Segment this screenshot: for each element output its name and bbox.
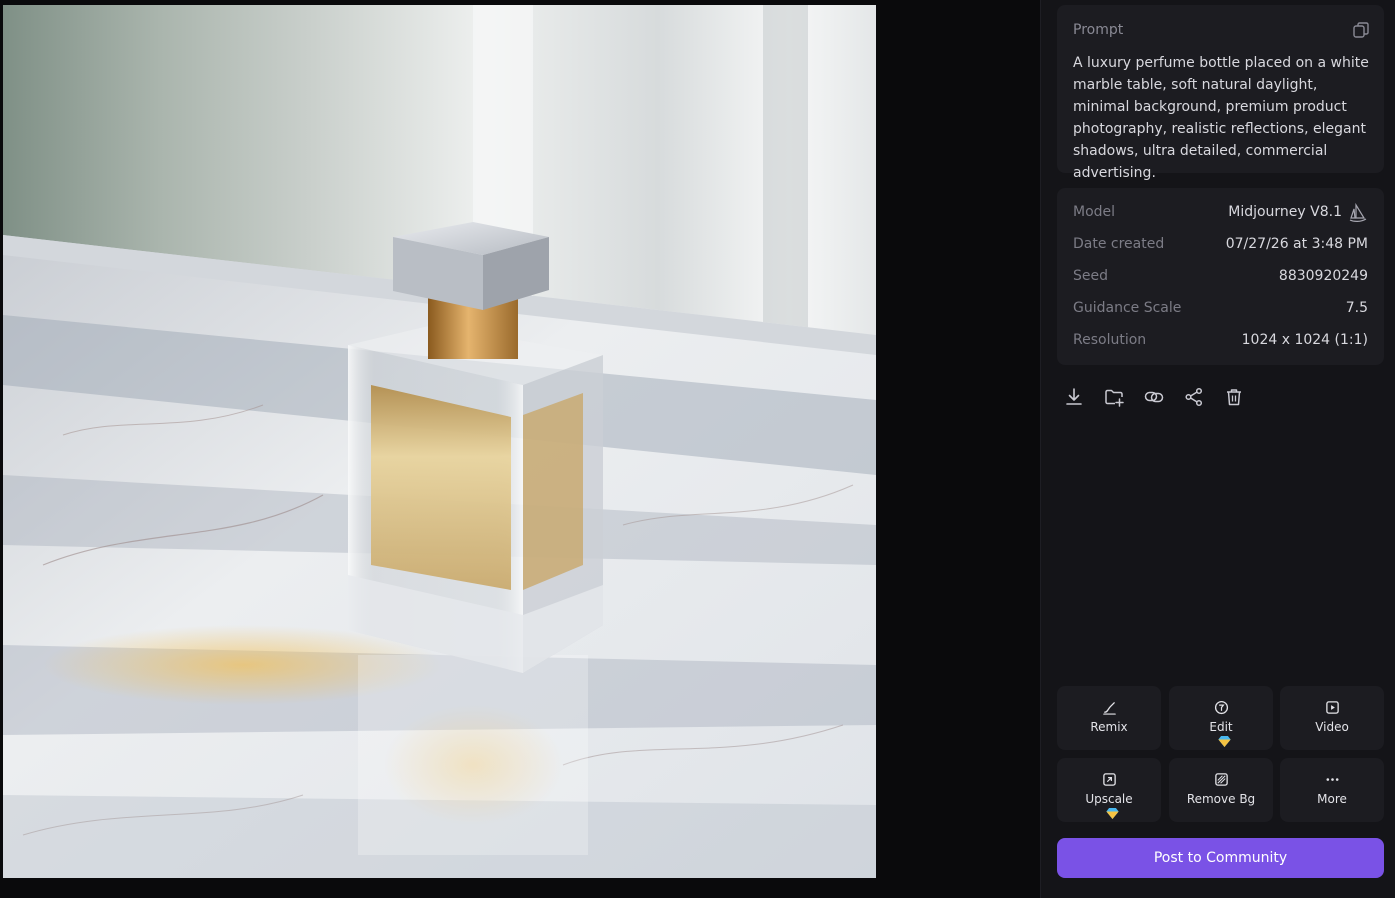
perfume-photo [3,5,876,878]
link-icon[interactable] [1143,386,1165,408]
remove-bg-label: Remove Bg [1186,792,1256,806]
more-label: More [1317,792,1347,806]
metadata-card: Model Midjourney V8.1 Date created 07/27… [1057,188,1384,365]
model-value: Midjourney V8.1 [1228,204,1342,220]
edit-button[interactable]: Edit [1169,686,1273,750]
seed-value: 8830920249 [1278,268,1368,284]
date-value: 07/27/26 at 3:48 PM [1225,236,1368,252]
video-button[interactable]: Video [1280,686,1384,750]
download-icon[interactable] [1063,386,1085,408]
remove-bg-button[interactable]: Remove Bg [1169,758,1273,822]
prompt-label: Prompt [1073,22,1124,38]
prompt-card: Prompt A luxury perfume bottle placed on… [1057,5,1384,181]
meta-row-guidance: Guidance Scale 7.5 [1073,300,1368,320]
meta-label: Guidance Scale [1073,300,1182,316]
image-toolbar [1063,386,1263,408]
upscale-label: Upscale [1085,792,1133,806]
meta-row-seed: Seed 8830920249 [1073,268,1368,288]
post-to-community-button[interactable]: Post to Community [1057,838,1384,878]
remix-brush-icon [1103,702,1116,715]
generated-image[interactable] [3,5,876,878]
meta-row-date: Date created 07/27/26 at 3:48 PM [1073,236,1368,256]
share-icon[interactable] [1183,386,1205,408]
trash-icon[interactable] [1223,386,1245,408]
details-panel: Prompt A luxury perfume bottle placed on… [1040,0,1395,898]
more-button[interactable]: More [1280,758,1384,822]
copy-icon[interactable] [1352,21,1370,39]
meta-label: Resolution [1073,332,1147,348]
meta-label: Model [1073,204,1116,220]
premium-gem-icon [1106,808,1119,819]
remix-button[interactable]: Remix [1057,686,1161,750]
resolution-value: 1024 x 1024 (1:1) [1241,332,1368,348]
image-viewer [0,0,1040,898]
folder-add-icon[interactable] [1103,386,1125,408]
edit-label: Edit [1209,720,1233,734]
meta-row-resolution: Resolution 1024 x 1024 (1:1) [1073,332,1368,352]
video-label: Video [1315,720,1349,734]
edit-label-wrap: Edit [1169,720,1273,747]
premium-gem-icon [1218,736,1231,747]
app-window: Prompt A luxury perfume bottle placed on… [0,0,1395,898]
midjourney-sail-icon [1349,203,1367,222]
upscale-icon [1103,773,1116,786]
meta-label: Date created [1073,236,1165,252]
meta-label: Seed [1073,268,1108,284]
remove-background-icon [1215,773,1228,786]
guidance-value: 7.5 [1345,300,1368,316]
upscale-button[interactable]: Upscale [1057,758,1161,822]
upscale-label-wrap: Upscale [1057,792,1161,819]
meta-row-model: Model Midjourney V8.1 [1073,203,1368,224]
prompt-text: A luxury perfume bottle placed on a whit… [1073,55,1369,181]
edit-circle-icon [1214,700,1229,715]
more-dots-icon [1326,778,1339,781]
video-play-icon [1326,701,1339,714]
remix-label: Remix [1090,720,1128,734]
